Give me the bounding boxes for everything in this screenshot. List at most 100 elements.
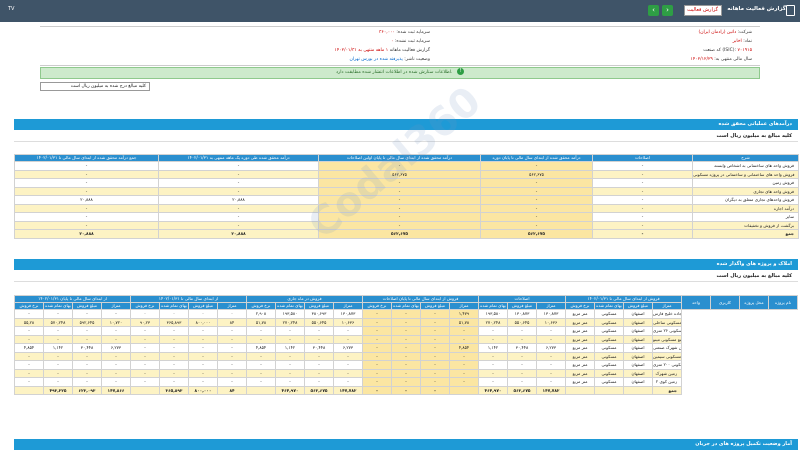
project-cell: - (101, 351, 131, 361)
project-cell: - (101, 368, 131, 378)
project-cell: ۳۰,۴۴۸ (72, 343, 102, 353)
project-name: زمین شهرک (652, 368, 682, 378)
revenue-cell: - (592, 195, 693, 205)
company-info: شرکت: داتین (رادمان ایران) نماد: اخابر ک… (40, 26, 760, 66)
project-cell: - (275, 351, 305, 361)
section-projects-units: کلیه مبالغ به میلیون ریال است (14, 271, 798, 282)
projects-group-header: از ابتدای سال مالی تا پایان ۱۴۰۲/۰۱/۳۱ (14, 295, 131, 303)
symbol-label: نماد: (743, 39, 752, 44)
prev-button[interactable]: ‹ (648, 5, 659, 16)
project-cell: ۳۰,۴۴۸ (304, 343, 334, 353)
project-name: زمین ۲ کیلومتر جاده خلیج فارس (652, 309, 682, 319)
revenue-cell: - (14, 169, 159, 179)
revenue-cell: - (14, 203, 159, 213)
project-cell: - (420, 368, 450, 378)
project-cell: - (449, 334, 479, 344)
project-cell: - (362, 326, 392, 336)
revenue-cell: - (318, 161, 481, 171)
revenue-cell: ۵۶۲,۶۷۵ (318, 169, 481, 179)
revenue-cell: - (14, 220, 159, 230)
project-cell: - (43, 351, 73, 361)
revenue-col-header: درآمد محقق شده از ابتدای سال مالی تا پای… (318, 154, 481, 162)
project-cell: - (72, 334, 102, 344)
project-cell: متر مربع (565, 317, 595, 327)
project-cell: ۵۵۰,۶۴۵ (304, 317, 334, 327)
project-cell: ۸۴ (217, 385, 247, 395)
project-cell: - (43, 377, 73, 387)
project-cell: - (478, 368, 508, 378)
project-cell: ۵۵۰,۶۴۵ (507, 317, 537, 327)
revenue-cell: - (592, 203, 693, 213)
projects-group-header: از ابتدای سال مالی تا ۱۴۰۲/۰۱/۳۱ (130, 295, 247, 303)
company-label: شرکت: (737, 30, 752, 35)
project-cell: - (43, 368, 73, 378)
project-cell: متر مربع (565, 309, 595, 319)
project-cell: ۵۶۲,۶۷۵ (507, 385, 537, 395)
section-projects-progress: آمار وضعیت تکمیل پروژه های در جریان (14, 439, 798, 450)
project-cell: - (536, 326, 566, 336)
project-cell: ۴۶۴,۹۷۰ (478, 385, 508, 395)
project-cell: ۲,۹۰۸ (246, 309, 276, 319)
next-button[interactable]: › (662, 5, 673, 16)
revenue-cell: - (592, 178, 693, 188)
project-cell: - (333, 334, 363, 344)
project-cell: - (391, 343, 421, 353)
report-type-select[interactable]: گزارش فعالیت (684, 5, 722, 16)
project-cell: - (420, 309, 450, 319)
project-cell: - (43, 309, 73, 319)
projects-sub-header: بهای تمام شده (159, 302, 189, 310)
project-cell: ۸۴ (217, 317, 247, 327)
project-cell: - (275, 360, 305, 370)
project-cell: - (536, 360, 566, 370)
capital-value: ۳۶۰,۰۰۰ (379, 30, 395, 35)
project-cell: - (101, 360, 131, 370)
project-cell: - (275, 377, 305, 387)
project-cell: - (43, 326, 73, 336)
project-cell: - (159, 377, 189, 387)
project-cell: ۱,۱۴۲ (43, 343, 73, 353)
chevron-left-icon: ‹ (652, 6, 655, 14)
project-cell: - (14, 368, 44, 378)
project-cell: - (420, 351, 450, 361)
project-cell: - (72, 309, 102, 319)
project-cell: ۵۵,۲۸ (14, 317, 44, 327)
project-cell: متر مربع (565, 368, 595, 378)
project-cell: - (391, 326, 421, 336)
project-cell: اصفهان (623, 343, 653, 353)
project-cell: - (14, 334, 44, 344)
project-cell: متر مربع (565, 360, 595, 370)
project-cell: - (101, 309, 131, 319)
project-cell: - (333, 351, 363, 361)
projects-col-header: کاربری (710, 295, 740, 310)
project-cell: مسکونی (594, 334, 624, 344)
project-cell: - (246, 377, 276, 387)
revenue-cell: - (14, 212, 159, 222)
section-projects: املاک و پروژه های واگذار شده (14, 259, 798, 270)
project-cell: اصفهان (623, 309, 653, 319)
project-cell (14, 385, 44, 395)
project-cell: ۱۹۳,۵۸۰ (478, 309, 508, 319)
project-cell: - (478, 360, 508, 370)
project-cell: مسکونی (594, 326, 624, 336)
project-cell (565, 385, 595, 395)
projects-sub-header: متراژ (333, 302, 363, 310)
project-cell: - (507, 351, 537, 361)
project-cell: - (246, 360, 276, 370)
revenue-cell: - (158, 212, 319, 222)
project-cell: متر مربع (565, 334, 595, 344)
revenue-row-label: فروش زمین (692, 178, 799, 188)
revenue-cell: - (592, 212, 693, 222)
project-name: پروژه مسکونی ۲۰۰ متری (652, 360, 682, 370)
project-cell: - (159, 351, 189, 361)
projects-sub-header: نرخ فروش (246, 302, 276, 310)
project-cell: مسکونی (594, 360, 624, 370)
projects-sub-header: مبلغ فروش (72, 302, 102, 310)
revenue-cell: - (158, 178, 319, 188)
projects-sub-header: متراژ (536, 302, 566, 310)
top-bar-left-label: TV (8, 6, 15, 12)
revenue-col-header: اصلاحات (592, 154, 693, 162)
report-value: ۱ ماهه منتهی به ۱۴۰۲/۰۱/۳۱ (334, 48, 389, 53)
check-circle-icon: ! (456, 68, 464, 75)
revenue-total-row: ۲۰,۸۸۸ ۲۰,۸۸۸ ۵۶۲,۶۷۵ ۵۶۲,۶۷۵- جمع (14, 229, 799, 239)
project-cell: - (420, 377, 450, 387)
